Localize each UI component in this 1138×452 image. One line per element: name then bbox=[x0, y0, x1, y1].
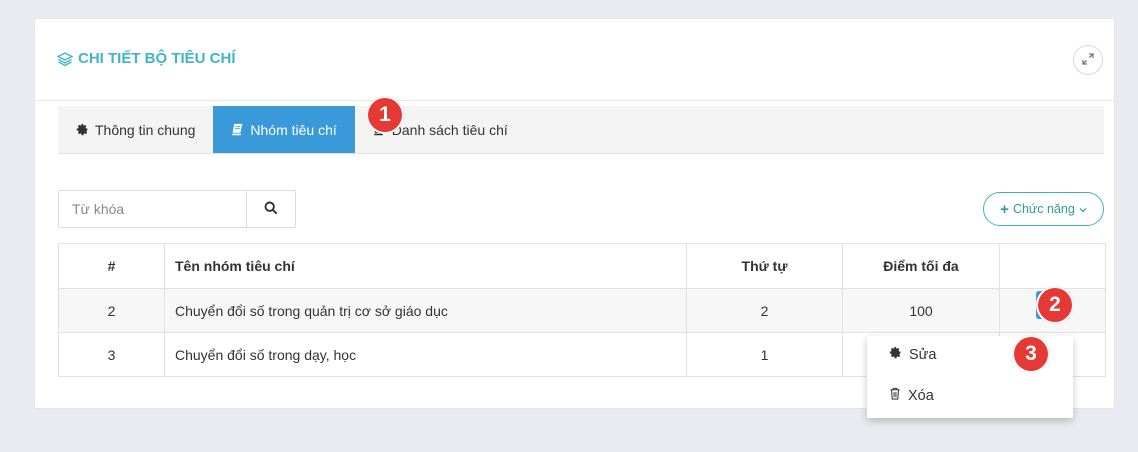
expand-icon bbox=[1082, 52, 1094, 68]
expand-button[interactable] bbox=[1073, 45, 1103, 75]
card-title-text: CHI TIẾT BỘ TIÊU CHÍ bbox=[78, 50, 236, 67]
chevron-down-icon bbox=[1079, 202, 1087, 216]
book-icon bbox=[231, 123, 244, 136]
search-box bbox=[58, 190, 296, 228]
column-header-actions bbox=[999, 243, 1106, 289]
tab-label: Nhóm tiêu chí bbox=[250, 121, 337, 138]
function-label: Chức năng bbox=[1012, 202, 1075, 216]
annotation-badge-2: 2 bbox=[1036, 286, 1074, 324]
edit-menu-item[interactable]: Sửa bbox=[889, 346, 936, 363]
table-header-row: # Tên nhóm tiêu chí Thứ tự Điểm tối đa bbox=[58, 243, 1106, 289]
column-header-max-score: Điểm tối đa bbox=[842, 243, 1000, 289]
delete-label: Xóa bbox=[908, 387, 934, 404]
cell-max-score: 100 bbox=[842, 288, 1000, 333]
plus-icon: + bbox=[1000, 200, 1009, 218]
table-row[interactable]: 2 Chuyển đổi số trong quản trị cơ sở giá… bbox=[58, 288, 1106, 333]
search-input[interactable] bbox=[59, 191, 247, 227]
column-header-group-name: Tên nhóm tiêu chí bbox=[164, 243, 687, 289]
cell-group-name: Chuyển đổi số trong quản trị cơ sở giáo … bbox=[164, 288, 687, 333]
cell-index: 2 bbox=[58, 288, 165, 333]
gear-icon bbox=[889, 346, 902, 363]
annotation-badge-1: 1 bbox=[366, 96, 404, 134]
tab-label: Danh sách tiêu chí bbox=[391, 121, 508, 138]
cell-order: 2 bbox=[686, 288, 843, 333]
column-header-index: # bbox=[58, 243, 165, 289]
function-menu-button[interactable]: + Chức năng bbox=[983, 192, 1104, 226]
tab-bar: Thông tin chung Nhóm tiêu chí Danh sách … bbox=[58, 106, 1104, 154]
cell-group-name: Chuyển đổi số trong dạy, học bbox=[164, 332, 687, 377]
delete-menu-item[interactable]: Xóa bbox=[889, 387, 934, 404]
card-header: CHI TIẾT BỘ TIÊU CHÍ bbox=[35, 19, 1114, 101]
tab-criteria-groups[interactable]: Nhóm tiêu chí bbox=[213, 106, 355, 153]
tab-label: Thông tin chung bbox=[95, 121, 196, 138]
edit-label: Sửa bbox=[909, 346, 937, 363]
cell-index: 3 bbox=[58, 332, 165, 377]
card-title: CHI TIẾT BỘ TIÊU CHÍ bbox=[57, 50, 236, 67]
gear-icon bbox=[76, 123, 89, 136]
search-button[interactable] bbox=[247, 191, 295, 227]
annotation-badge-3: 3 bbox=[1012, 335, 1050, 373]
search-icon bbox=[264, 201, 278, 218]
column-header-order: Thứ tự bbox=[686, 243, 843, 289]
tab-general-info[interactable]: Thông tin chung bbox=[58, 106, 213, 153]
cell-order: 1 bbox=[686, 332, 843, 377]
layers-icon bbox=[57, 51, 73, 67]
trash-icon bbox=[889, 387, 901, 404]
